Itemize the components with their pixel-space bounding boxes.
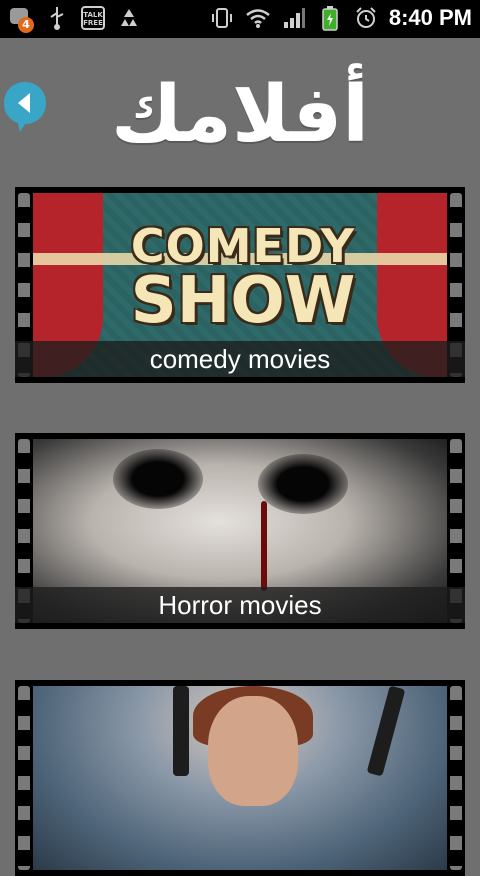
alarm-icon <box>353 5 379 31</box>
category-caption: comedy movies <box>15 341 465 377</box>
wifi-icon <box>245 5 271 31</box>
action-poster <box>33 686 447 870</box>
action-figure-face <box>208 696 298 806</box>
notification-count-badge: 4 <box>18 17 34 33</box>
category-caption: Horror movies <box>15 587 465 623</box>
category-card-action[interactable] <box>15 680 465 876</box>
comedy-poster-word-2: SHOW <box>130 264 356 338</box>
film-sprockets-left <box>18 686 30 870</box>
talk-free-icon: TALK FREE <box>80 5 106 31</box>
status-time: 8:40 PM <box>388 5 472 30</box>
status-left-icons: 4 TALK FREE <box>8 5 142 33</box>
comedy-poster-title: COMEDY SHOW <box>113 223 373 333</box>
horror-eye-left <box>113 449 203 509</box>
app-title: أفلامك <box>111 70 369 160</box>
gun-left <box>173 686 189 776</box>
horror-blood-drip <box>261 501 267 591</box>
notification-icon: 4 <box>8 5 34 33</box>
battery-icon <box>317 5 343 31</box>
horror-eye-right <box>258 454 348 514</box>
comedy-poster-word-1: COMEDY <box>130 219 356 273</box>
status-right-icons: 8:40 PM <box>209 5 472 31</box>
status-bar: 4 TALK FREE 8:40 PM <box>0 0 480 38</box>
usb-icon <box>44 5 70 31</box>
category-card-horror[interactable]: Horror movies <box>15 433 465 629</box>
vibrate-icon <box>209 5 235 31</box>
signal-icon <box>281 5 307 31</box>
back-button[interactable] <box>2 80 48 134</box>
back-arrow-icon <box>4 82 46 132</box>
talk-free-label: TALK FREE <box>81 6 105 30</box>
film-sprockets-right <box>450 686 462 870</box>
category-card-comedy[interactable]: COMEDY SHOW comedy movies <box>15 187 465 383</box>
recycle-icon <box>116 5 142 31</box>
